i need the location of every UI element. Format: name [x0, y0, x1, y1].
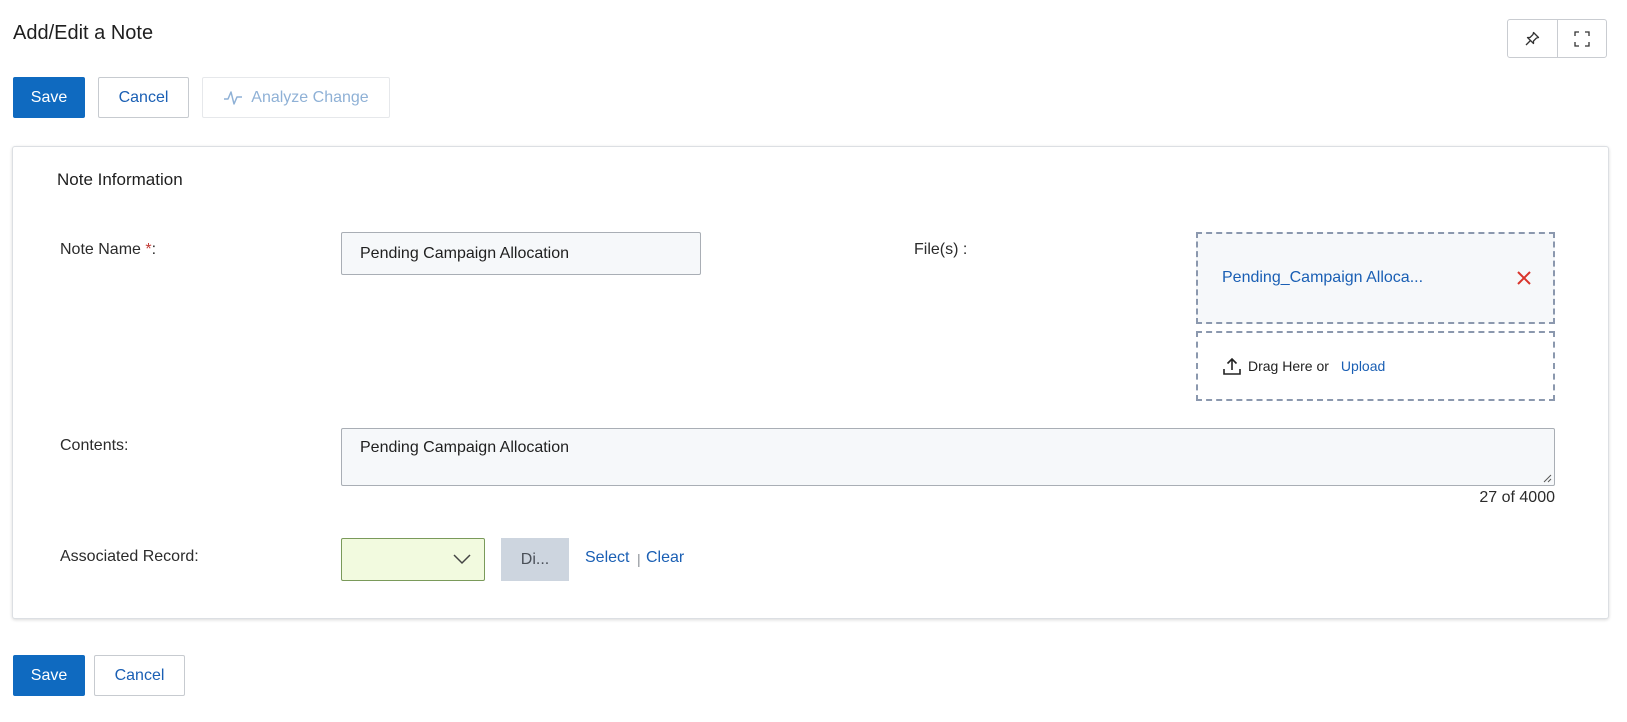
expand-icon [1574, 30, 1590, 47]
associated-record-label: Associated Record: [60, 548, 199, 565]
clear-link[interactable]: Clear [646, 549, 684, 567]
upload-link[interactable]: Upload [1341, 358, 1385, 374]
files-label: File(s) : [914, 241, 968, 258]
drag-text: Drag Here or [1248, 358, 1329, 374]
contents-textarea[interactable]: Pending Campaign Allocation [341, 428, 1555, 486]
character-counter: 27 of 4000 [1479, 489, 1555, 506]
contents-text: Pending Campaign Allocation [360, 439, 570, 456]
close-icon[interactable] [1515, 269, 1533, 287]
link-separator: | [637, 551, 641, 567]
attached-file: Pending_Campaign Alloca... [1196, 232, 1555, 324]
activity-icon [224, 90, 243, 105]
window-controls [1507, 19, 1607, 58]
footer-cancel-button[interactable]: Cancel [94, 655, 185, 696]
contents-label: Contents: [60, 437, 129, 454]
di-button[interactable]: Di... [501, 538, 569, 581]
expand-button[interactable] [1556, 20, 1607, 57]
file-link[interactable]: Pending_Campaign Alloca... [1222, 269, 1423, 287]
footer-save-button[interactable]: Save [13, 655, 85, 696]
analyze-change-button[interactable]: Analyze Change [202, 77, 390, 118]
save-button[interactable]: Save [13, 77, 85, 118]
upload-icon [1223, 357, 1241, 375]
page-title: Add/Edit a Note [13, 22, 154, 44]
chevron-down-icon [453, 554, 471, 565]
note-name-label: Note Name *: [60, 241, 157, 258]
analyze-change-label: Analyze Change [251, 88, 369, 106]
resize-grip-icon[interactable] [1542, 473, 1552, 483]
pin-button[interactable] [1508, 20, 1557, 57]
file-drop-zone[interactable]: Drag Here or Upload [1196, 331, 1555, 401]
cancel-button[interactable]: Cancel [98, 77, 189, 118]
pin-icon [1525, 31, 1540, 45]
select-link[interactable]: Select [585, 549, 629, 567]
associated-record-select[interactable] [341, 538, 485, 581]
note-name-input[interactable]: Pending Campaign Allocation [341, 232, 701, 275]
section-title: Note Information [57, 170, 183, 189]
